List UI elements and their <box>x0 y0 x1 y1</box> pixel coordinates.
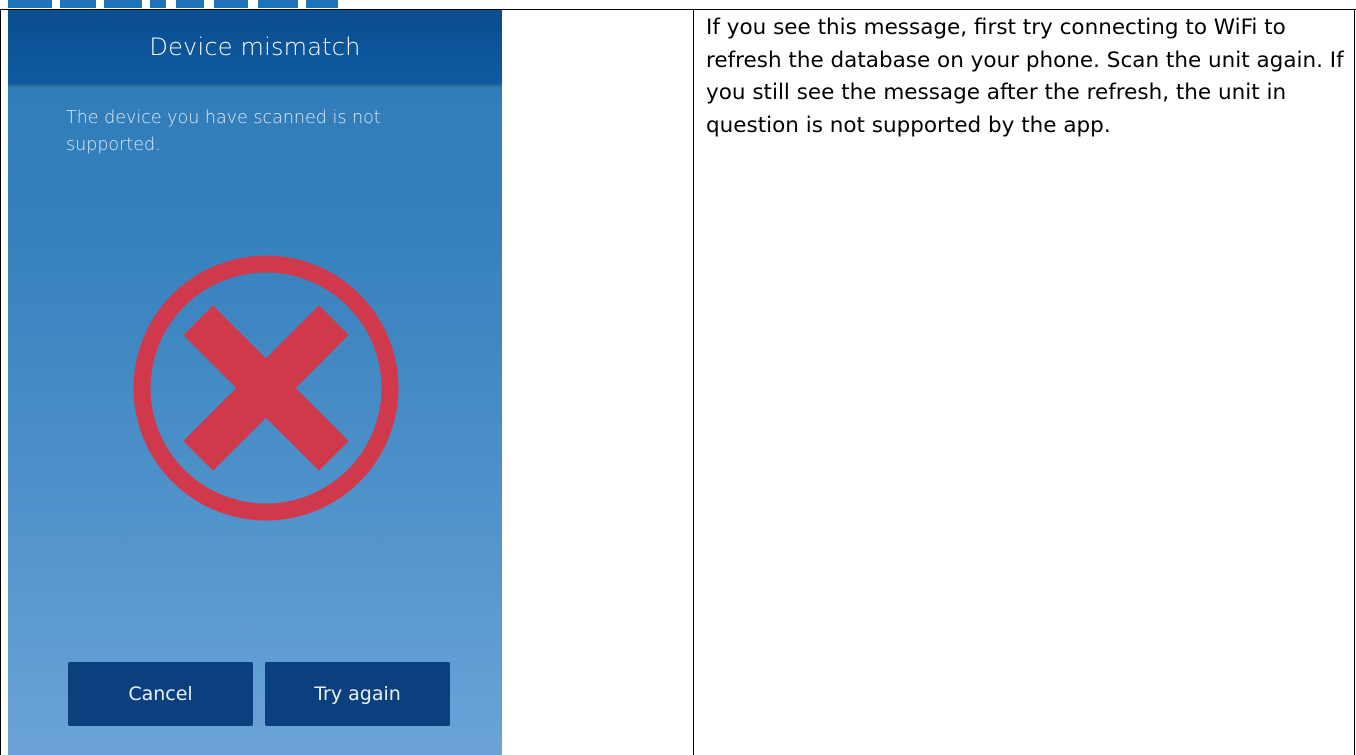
instructions-cell: If you see this message, first try conne… <box>700 10 1346 755</box>
instructions-text: If you see this message, first try conne… <box>706 15 1344 138</box>
table-border-middle <box>693 9 694 755</box>
screenshot-cell: Device mismatch The device you have scan… <box>8 10 691 755</box>
try-again-button[interactable]: Try again <box>265 662 450 726</box>
error-message: The device you have scanned is not suppo… <box>66 108 381 155</box>
table-border-right <box>1354 9 1355 755</box>
phone-screen: Device mismatch The device you have scan… <box>8 10 502 755</box>
cancel-button[interactable]: Cancel <box>68 662 253 726</box>
app-header: Device mismatch <box>8 10 502 84</box>
table-border-left <box>0 9 1 755</box>
error-x-circle-icon <box>126 248 406 528</box>
document-table: Device mismatch The device you have scan… <box>0 0 1356 755</box>
screen-title: Device mismatch <box>149 33 361 61</box>
